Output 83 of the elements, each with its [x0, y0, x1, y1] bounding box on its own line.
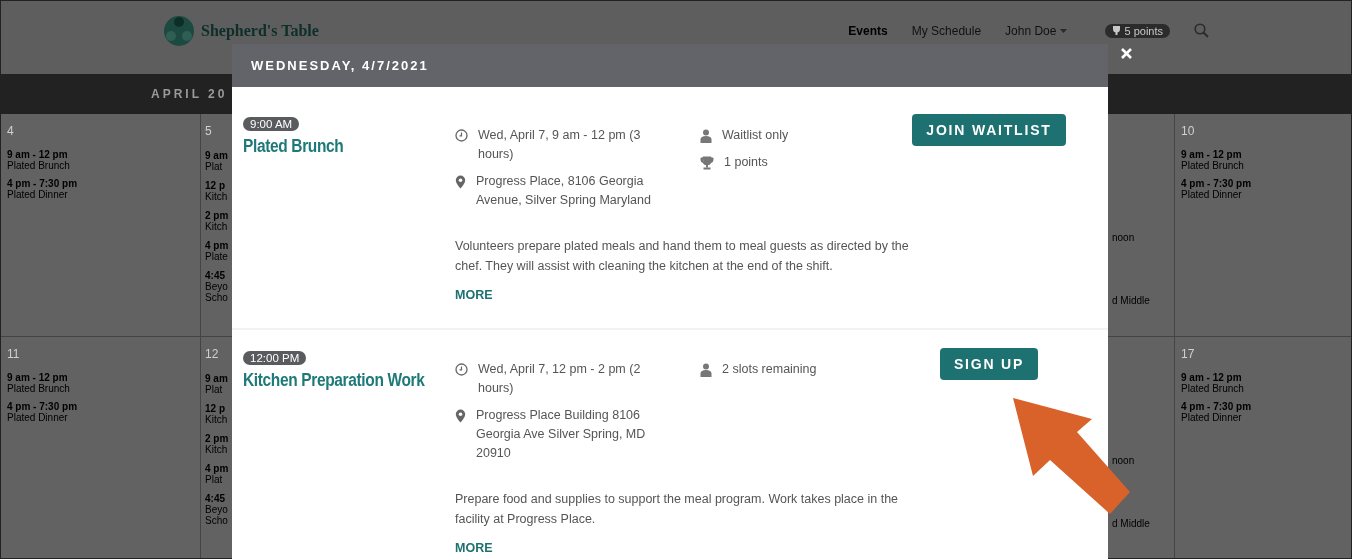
event-name: Plated Brunch [1181, 382, 1245, 394]
event-name: Plated Dinner [1181, 411, 1242, 423]
day-number: 11 [7, 346, 21, 361]
points-text: 1 points [724, 154, 768, 171]
event-name: Kitch [205, 443, 229, 455]
map-pin-icon [455, 409, 466, 423]
more-link[interactable]: MORE [455, 288, 493, 302]
event-time: 4:45 [205, 492, 226, 504]
event-time: 4 pm [205, 462, 230, 474]
event-time: 4 pm - 7:30 pm [1181, 400, 1253, 412]
event-name: Kitch [205, 413, 229, 425]
event-time: 2 pm [205, 432, 230, 444]
event-location: Progress Place Building 8106 Georgia Ave Silver Spring, MD 20910 [476, 407, 647, 462]
event-time: 9 am [205, 150, 229, 161]
map-pin-icon [455, 175, 466, 189]
time-badge: 9:00 AM [243, 117, 300, 131]
signup-button[interactable]: JOIN WAITLIST [912, 114, 1066, 146]
event-name: d Middle [1112, 295, 1151, 306]
event-name: noon [1112, 454, 1136, 466]
points-text: 5 points [1124, 24, 1163, 37]
event-name: Plate [205, 251, 229, 262]
clock-icon [455, 363, 468, 376]
event-time: 4 pm - 7:30 pm [7, 400, 79, 412]
event-description: Volunteers prepare plated meals and hand them to meal guests as directed by the chef. They will assist with cleaning the kitchen at the end of the shift. [455, 238, 910, 275]
event-time: 4 pm - 7:30 pm [1181, 178, 1253, 189]
event-name: d Middle [1112, 517, 1151, 529]
event-name: noon [1112, 232, 1136, 243]
trophy-icon [1112, 26, 1122, 35]
event-name: Plat [205, 473, 223, 485]
event-time: 4 pm [205, 240, 230, 251]
event-name: Plated Dinner [7, 189, 69, 200]
logo-icon [163, 15, 195, 47]
person-icon [700, 129, 712, 143]
event-time: 9 am - 12 pm [1181, 371, 1243, 383]
event-name: Beyo [205, 503, 229, 515]
trophy-icon [700, 156, 714, 170]
close-icon[interactable] [1120, 47, 1133, 60]
clock-icon [455, 129, 468, 142]
event-description: Prepare food and supplies to support the meal program. Work takes place in the facility at Progress Place. [455, 491, 900, 528]
caret-icon [1060, 28, 1068, 33]
event-name: Plat [205, 383, 224, 395]
logo-text: Shepherd's Table [201, 22, 319, 40]
event-time: 12 p [205, 402, 226, 414]
nav-link[interactable]: John Doe [1005, 23, 1068, 38]
time-badge: 12:00 PM [243, 351, 307, 365]
more-link[interactable]: MORE [455, 541, 493, 555]
event-time: 12 p [205, 180, 225, 191]
event-name: Plated Brunch [1181, 160, 1245, 171]
event-location: Progress Place, 8106 Georgia Avenue, Silver Spring Maryland [476, 173, 652, 209]
event-name: Plat [205, 161, 224, 172]
day-number: 17 [1181, 346, 1196, 361]
event-name: Plated Brunch [7, 160, 71, 171]
event-name: Beyo [205, 281, 229, 292]
event-name: Plated Dinner [7, 411, 68, 423]
nav-link[interactable]: Events [848, 23, 888, 38]
event-time: 9 am [205, 372, 229, 384]
event-name: Plated Dinner [1181, 189, 1243, 200]
event-name: Kitch [205, 191, 229, 202]
month-title: APRIL 20 [151, 87, 228, 101]
event-datetime: Wed, April 7, 12 pm - 2 pm (2 hours) [478, 361, 642, 397]
event-title: Plated Brunch [243, 136, 345, 157]
event-name: Scho [205, 514, 229, 526]
day-number: 4 [7, 124, 15, 138]
event-time: 9 am - 12 pm [7, 371, 69, 383]
event-time: 9 am - 12 pm [7, 149, 68, 160]
day-number: 12 [205, 346, 220, 361]
event-time: 4:45 [205, 270, 226, 281]
nav-link[interactable]: My Schedule [911, 23, 982, 38]
signup-button[interactable]: SIGN UP [939, 348, 1039, 380]
event-datetime: Wed, April 7, 9 am - 12 pm (3 hours) [478, 127, 642, 163]
event-time: 9 am - 12 pm [1181, 149, 1242, 160]
event-name: Kitch [205, 221, 229, 232]
person-icon [700, 363, 712, 377]
day-number: 5 [205, 124, 213, 138]
day-number: 10 [1181, 124, 1196, 138]
dialog-title: WEDNESDAY, 4/7/2021 [251, 58, 429, 73]
event-name: Scho [205, 292, 229, 303]
event-time: 4 pm - 7:30 pm [7, 178, 79, 189]
slots-text: Waitlist only [722, 127, 789, 144]
event-time: 2 pm [205, 210, 230, 221]
event-title: Kitchen Preparation Work [243, 370, 426, 391]
event-name: Plated Brunch [7, 382, 71, 394]
slots-text: 2 slots remaining [722, 361, 817, 378]
